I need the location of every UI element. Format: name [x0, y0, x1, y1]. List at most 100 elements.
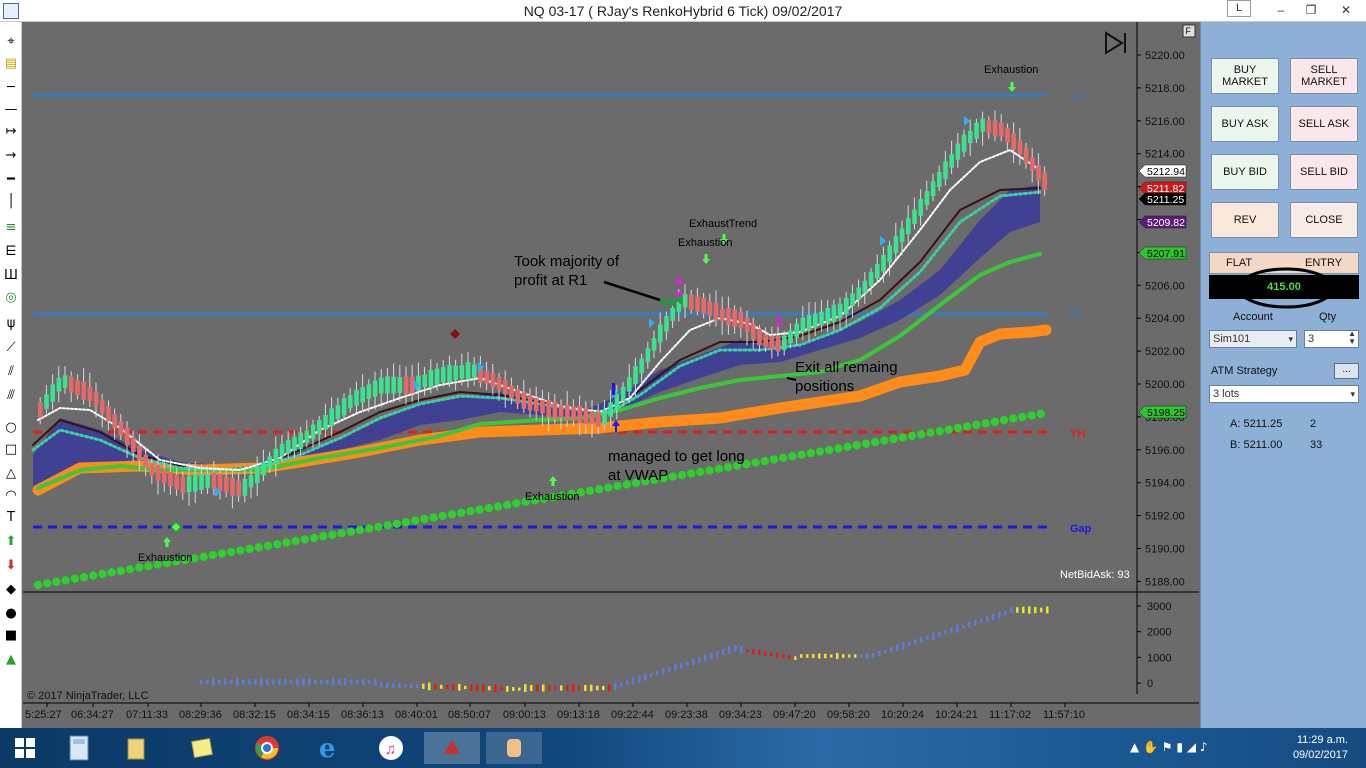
price-tag-green-ma: 5207.91: [1147, 248, 1185, 260]
extended-line-icon[interactable]: ↦: [1, 122, 21, 142]
down-candle: [112, 414, 117, 429]
ray-icon[interactable]: —: [1, 100, 21, 120]
fib-time-icon[interactable]: Ш: [1, 266, 21, 286]
up-candle: [267, 456, 272, 469]
trend-dot: [1027, 411, 1036, 420]
dot-icon[interactable]: ●: [1, 604, 21, 624]
ruler-icon[interactable]: ▤: [1, 54, 21, 74]
close-button[interactable]: ✕: [1326, 0, 1366, 21]
sell-market-button[interactable]: SELL MARKET: [1290, 58, 1358, 94]
netbidask-bar: [296, 678, 299, 686]
ellipse-icon[interactable]: ○: [1, 418, 21, 438]
rectangle-icon[interactable]: □: [1, 440, 21, 460]
netbidask-bar: [914, 639, 917, 645]
square-icon[interactable]: ■: [1, 626, 21, 646]
netbidask-bar: [254, 679, 257, 685]
trend-channel-icon[interactable]: ⫻: [1, 386, 21, 406]
down-candle: [180, 476, 186, 494]
atm-options-button[interactable]: ...: [1334, 363, 1359, 379]
itunes-icon[interactable]: ♫: [374, 732, 408, 764]
up-candle: [341, 398, 347, 416]
down-candle: [137, 445, 142, 461]
down-candle: [131, 437, 136, 453]
svg-text:e: e: [319, 735, 336, 761]
down-candle: [552, 402, 558, 419]
horizontal-line-icon[interactable]: ━: [1, 170, 21, 190]
trend-dot: [43, 579, 52, 588]
up-candle: [614, 394, 620, 410]
spin-icon[interactable]: ▲ ▼: [1348, 330, 1356, 346]
trend-dot: [999, 415, 1009, 425]
up-candle: [317, 420, 322, 435]
netbidask-bar: [644, 673, 647, 681]
buy-ask-button[interactable]: BUY ASK: [1211, 106, 1279, 142]
netbidask-bar: [578, 686, 581, 690]
channel-icon[interactable]: ≡: [1, 218, 21, 238]
price-chart[interactable]: 5220.005218.005216.005214.005212.005210.…: [23, 22, 1200, 728]
annotation-took-line1: Took majority of: [514, 253, 620, 270]
down-candle: [100, 399, 105, 414]
line-icon[interactable]: ─: [1, 78, 21, 98]
down-candle: [1011, 133, 1016, 150]
chart-area[interactable]: 5220.005218.005216.005214.005212.005210.…: [23, 22, 1200, 728]
text-icon[interactable]: T: [1, 508, 21, 528]
exhaustion-label: Exhaustion: [525, 491, 579, 503]
fib-retracement-icon[interactable]: ⋿: [1, 242, 21, 262]
diamond-icon[interactable]: ◆: [1, 580, 21, 600]
buy-market-button[interactable]: BUY MARKET: [1211, 58, 1279, 94]
file-explorer-icon[interactable]: [120, 732, 154, 764]
trend-dot: [503, 500, 512, 510]
arrow-down-icon[interactable]: ⬇: [1, 556, 21, 576]
fib-circle-icon[interactable]: ◎: [1, 288, 21, 308]
regression-icon[interactable]: ⫽: [1, 362, 21, 382]
sell-ask-button[interactable]: SELL ASK: [1290, 106, 1358, 142]
pitchfork-icon[interactable]: ψ: [1, 314, 21, 334]
trend-dot: [861, 439, 871, 448]
hand-tool-icon[interactable]: [486, 732, 542, 764]
arrow-up-icon[interactable]: ⬆: [1, 532, 21, 552]
trend-dot: [788, 452, 797, 461]
arc-icon[interactable]: ◠: [1, 486, 21, 506]
sell-bid-button[interactable]: SELL BID: [1290, 154, 1358, 190]
qty-stepper[interactable]: 3 ▲ ▼: [1304, 330, 1359, 348]
netbidask-bar: [248, 679, 251, 685]
ninjatrader-icon[interactable]: [424, 732, 480, 764]
maximize-button[interactable]: ❐: [1296, 0, 1326, 21]
netbidask-bar: [626, 680, 629, 685]
close-position-button[interactable]: CLOSE: [1290, 202, 1358, 238]
internet-explorer-icon[interactable]: e: [312, 732, 346, 764]
vertical-line-icon[interactable]: │: [1, 192, 21, 212]
up-candle: [881, 254, 886, 272]
chrome-icon[interactable]: [250, 732, 284, 764]
layout-button[interactable]: L: [1227, 0, 1251, 17]
arrow-line-icon[interactable]: →: [1, 146, 21, 166]
system-tray[interactable]: ▲ ✋ ⚑ ▮ ◢ ♪: [1130, 740, 1208, 754]
sticky-notes-icon[interactable]: [186, 732, 220, 764]
up-candle: [794, 323, 799, 338]
account-select[interactable]: Sim101 ▾: [1209, 330, 1297, 348]
up-candle: [664, 316, 669, 332]
windows-start-icon[interactable]: [8, 732, 42, 764]
netbidask-bar: [686, 661, 689, 666]
down-candle: [689, 294, 694, 310]
triangle-icon[interactable]: △: [1, 464, 21, 484]
triangle-up-icon[interactable]: ▲: [1, 650, 21, 670]
reverse-button[interactable]: REV: [1211, 202, 1279, 238]
order-entry-panel: BUY MARKET SELL MARKET BUY ASK SELL ASK …: [1200, 22, 1366, 728]
crosshair-icon[interactable]: ⌖: [1, 32, 21, 52]
trend-dot: [420, 514, 429, 524]
netbidask-bar: [554, 686, 557, 690]
netbidask-bar: [992, 613, 995, 621]
annotation-managed-line1: managed to get long: [608, 448, 745, 465]
minimize-button[interactable]: –: [1266, 0, 1296, 21]
buy-bid-button[interactable]: BUY BID: [1211, 154, 1279, 190]
calculator-icon[interactable]: [62, 732, 96, 764]
down-candle: [38, 402, 43, 418]
up-candle: [682, 294, 688, 308]
up-candle: [329, 408, 334, 426]
netbidask-bar: [326, 679, 329, 685]
time-tick-label: 08:32:15: [233, 709, 276, 721]
atm-strategy-select[interactable]: 3 lots ▾: [1209, 385, 1359, 403]
taskbar-clock[interactable]: 11:29 a.m. 09/02/2017: [1293, 733, 1348, 763]
gann-fan-icon[interactable]: ⟋: [1, 338, 21, 358]
